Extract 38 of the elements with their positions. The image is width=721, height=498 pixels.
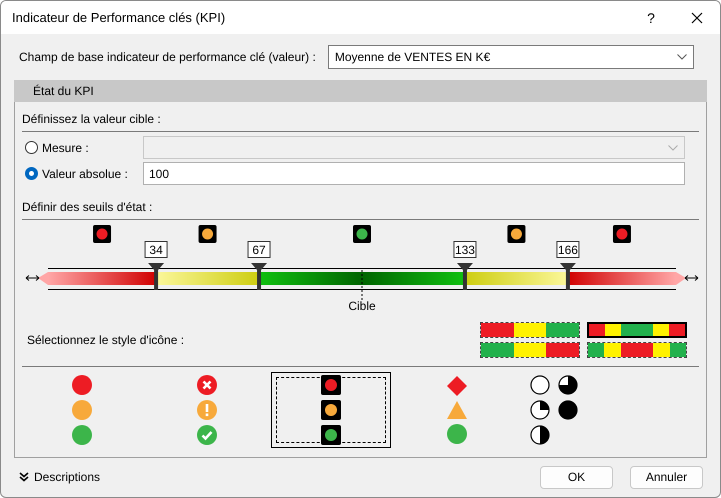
field-label: Champ de base indicateur de performance clé (valeur) : [19, 50, 316, 64]
pie-icon [530, 400, 550, 420]
pie-icon [530, 375, 550, 395]
threshold-handle[interactable] [560, 263, 576, 290]
color-style-option[interactable] [587, 322, 687, 338]
threshold-handle[interactable] [456, 263, 473, 290]
pie-icon [558, 375, 578, 395]
section-heading: Définir des seuils d'état : [22, 196, 699, 220]
threshold-field[interactable]: 34 [144, 241, 168, 258]
descriptions-toggle[interactable]: Descriptions [34, 470, 100, 484]
color-style-option[interactable] [480, 322, 580, 338]
threshold-field[interactable]: 133 [453, 241, 476, 258]
expand-icon[interactable] [19, 472, 29, 482]
color-style-option[interactable] [587, 342, 687, 358]
threshold-field[interactable]: 67 [248, 241, 271, 258]
icon-set-option[interactable] [271, 372, 391, 448]
option-label: Valeur absolue : [41, 166, 129, 180]
pie-icon [558, 400, 578, 420]
threshold-handle[interactable] [251, 263, 268, 290]
value-input[interactable]: 100 [143, 162, 685, 185]
help-button[interactable]: ? [628, 10, 674, 26]
option-label: Mesure : [41, 140, 90, 154]
range-arrow-icon [684, 275, 698, 281]
ok-button[interactable]: OK [540, 466, 613, 488]
target-label: Cible [348, 299, 376, 313]
value-dropdown[interactable]: Moyenne de VENTES EN K€ [328, 45, 694, 69]
cancel-button[interactable]: Annuler [630, 466, 703, 488]
window-title: Indicateur de Performance clés (KPI) [12, 10, 226, 25]
range-arrow-icon [26, 275, 40, 281]
section-heading: Définissez la valeur cible : [22, 108, 699, 132]
pie-icon [530, 425, 550, 445]
caret-icon[interactable] [677, 54, 687, 60]
threshold-field[interactable]: 166 [556, 241, 580, 258]
style-label: Sélectionnez le style d'icône : [27, 333, 184, 347]
color-style-option[interactable] [480, 342, 580, 358]
threshold-handle[interactable] [148, 263, 164, 290]
radio-button[interactable] [25, 167, 38, 180]
section-tab[interactable]: État du KPI [14, 80, 707, 102]
